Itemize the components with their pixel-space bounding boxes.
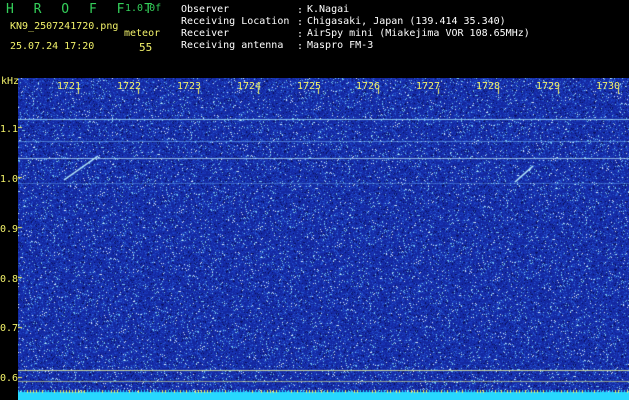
minute-label: 1722 [117,81,142,92]
minute-label: 1724 [237,81,262,92]
ytick-label: 0.9 [0,224,19,235]
ytick-label: 1.1 [0,124,19,135]
axis-unit-label: kHz [1,76,20,87]
info-value-receiver: AirSpy mini (Miakejima VOR 108.65MHz) [307,28,530,39]
minute-label: 1729 [536,81,561,92]
spectrogram-canvas [18,78,629,400]
header-panel: H R O F F T 1.0.0f KN9_2507241720.png me… [0,0,629,87]
minute-label: 1721 [57,81,82,92]
minute-label: 1730 [596,81,621,92]
minute-label: 1726 [356,81,381,92]
info-key-observer: Observer [181,4,230,15]
info-value-location: Chigasaki, Japan (139.414 35.340) [307,16,506,27]
ytick-label: 0.7 [0,323,19,334]
info-key-receiver: Receiver [181,28,230,39]
ytick-label: 1.0 [0,174,19,185]
minute-label: 1728 [476,81,501,92]
minute-label: 1723 [177,81,202,92]
info-colon: : [297,41,304,52]
info-value-antenna: Maspro FM-3 [307,40,374,51]
info-value-observer: K.Nagai [307,4,350,15]
datetime-label: 25.07.24 17:20 [10,41,95,52]
app-version: 1.0.0f [125,3,162,14]
minute-label: 1725 [297,81,322,92]
minute-label: 1727 [416,81,441,92]
ytick-label: 0.6 [0,373,19,384]
ytick-label: 0.8 [0,274,19,285]
info-key-antenna: Receiving antenna [181,40,284,51]
info-colon: : [297,5,304,16]
meteor-count: 55 [139,41,153,54]
info-colon: : [297,17,304,28]
filename-label: KN9_2507241720.png [10,21,119,32]
info-key-location: Receiving Location [181,16,290,27]
meteor-label: meteor [124,28,161,39]
info-colon: : [297,29,304,40]
